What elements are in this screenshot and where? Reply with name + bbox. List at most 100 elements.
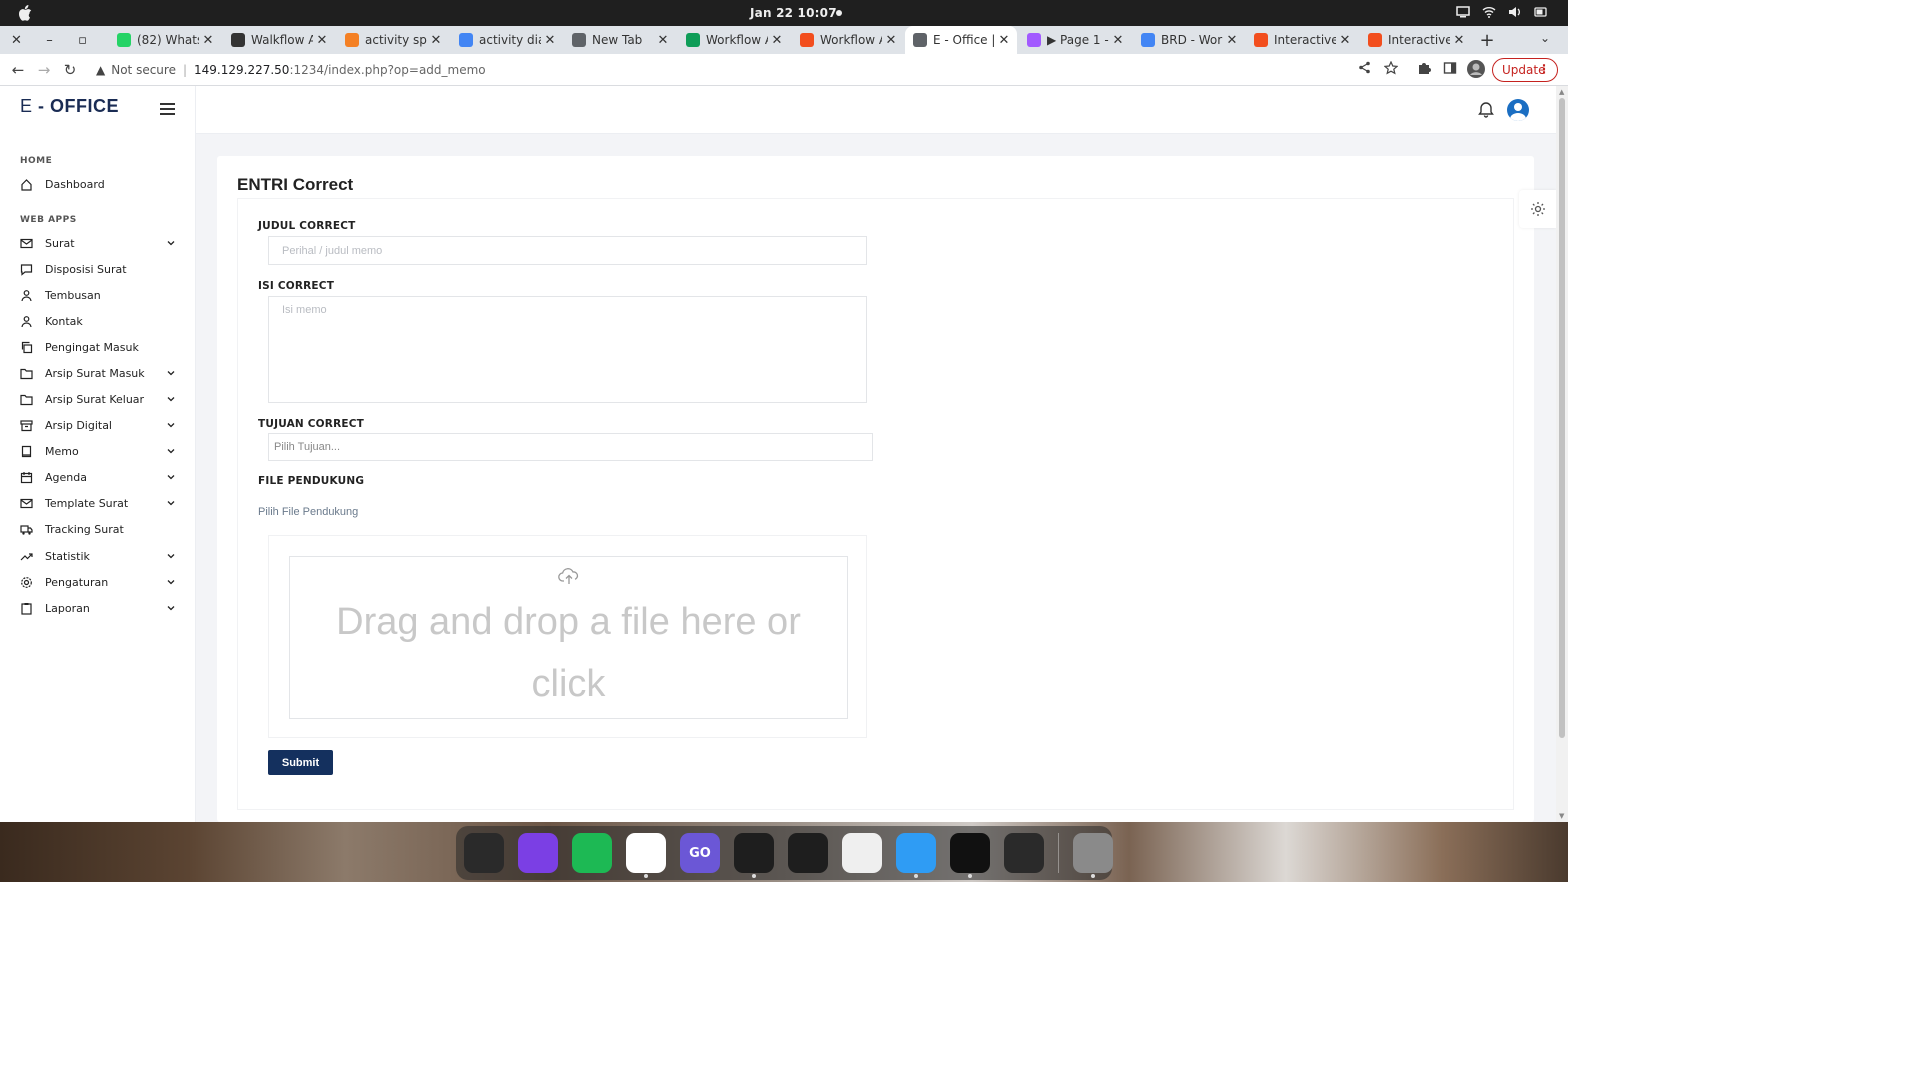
text-editor-icon[interactable] — [842, 833, 882, 873]
chevron-down-icon[interactable] — [166, 498, 176, 508]
browser-tab[interactable]: activity spp✕ — [337, 26, 449, 54]
bell-icon[interactable] — [1478, 100, 1494, 118]
spotify-icon[interactable] — [572, 833, 612, 873]
file-dropzone[interactable]: Drag and drop a file here or click — [289, 556, 848, 719]
browser-tab[interactable]: New Tab ✕ — [564, 26, 676, 54]
sidebar-item-laporan[interactable]: Laporan — [20, 598, 176, 618]
sidebar-item-arsip-surat-masuk[interactable]: Arsip Surat Masuk — [20, 363, 176, 383]
chevron-down-icon[interactable] — [166, 394, 176, 404]
reload-icon[interactable]: ↻ — [61, 61, 79, 79]
bookmark-star-icon[interactable] — [1383, 60, 1399, 79]
browser-tab[interactable]: activity diagr✕ — [451, 26, 563, 54]
chevron-down-icon[interactable] — [166, 238, 176, 248]
browser-tab[interactable]: ▶ Page 1 - Wi✕ — [1019, 26, 1131, 54]
chevron-down-icon[interactable] — [166, 577, 176, 587]
url-host[interactable]: 149.129.227.50 — [194, 63, 289, 77]
apple-icon[interactable] — [18, 5, 32, 21]
browser-tab[interactable]: BRD - Workfl✕ — [1133, 26, 1245, 54]
system-clock[interactable]: Jan 22 10:07 — [750, 6, 837, 20]
sidebar-item-pengingat-masuk[interactable]: Pengingat Masuk — [20, 337, 176, 357]
figma-icon[interactable] — [788, 833, 828, 873]
chrome-icon[interactable] — [626, 833, 666, 878]
sidebar-item-template-surat[interactable]: Template Surat — [20, 493, 176, 513]
tab-close-icon[interactable]: ✕ — [995, 33, 1013, 48]
tab-close-icon[interactable]: ✕ — [1336, 33, 1354, 48]
kebab-menu-icon[interactable]: ⋮ — [1538, 62, 1550, 76]
url-path[interactable]: :1234/index.php?op=add_memo — [289, 63, 485, 77]
vscode-icon[interactable] — [734, 833, 774, 878]
tab-search-chevron-icon[interactable]: ⌄ — [1540, 31, 1550, 45]
tab-close-icon[interactable]: ✕ — [1450, 33, 1468, 48]
extensions-puzzle-icon[interactable] — [1417, 61, 1431, 79]
finder-icon[interactable] — [896, 833, 936, 878]
tab-close-icon[interactable]: ✕ — [768, 33, 786, 48]
volume-icon[interactable] — [1508, 5, 1522, 19]
sidebar-item-arsip-digital[interactable]: Arsip Digital — [20, 415, 176, 435]
goland-icon[interactable]: GO — [680, 833, 720, 873]
url-bar[interactable]: ▲ Not secure | 149.129.227.50:1234/index… — [90, 58, 1410, 82]
window-minimize-icon[interactable]: – — [33, 26, 66, 54]
sidebar-item-arsip-surat-keluar[interactable]: Arsip Surat Keluar — [20, 389, 176, 409]
screen-icon[interactable] — [1456, 5, 1470, 19]
tab-close-icon[interactable]: ✕ — [199, 33, 217, 48]
tab-close-icon[interactable]: ✕ — [1223, 33, 1241, 48]
tab-close-icon[interactable]: ✕ — [427, 33, 445, 48]
sidebar-item-pengaturan[interactable]: Pengaturan — [20, 572, 176, 592]
chevron-down-icon[interactable] — [166, 472, 176, 482]
share-icon[interactable] — [1358, 61, 1371, 78]
update-button[interactable]: Update ⋮ — [1492, 58, 1558, 82]
sidebar-item-agenda[interactable]: Agenda — [20, 467, 176, 487]
window-maximize-icon[interactable]: ▫ — [66, 26, 99, 54]
sidebar-item-tracking-surat[interactable]: Tracking Surat — [20, 519, 176, 539]
sidebar-item-statistik[interactable]: Statistik — [20, 546, 176, 566]
browser-tab[interactable]: Workflow App✕ — [792, 26, 904, 54]
user-avatar[interactable] — [1507, 99, 1529, 121]
browser-tab[interactable]: E - Office | App✕ — [905, 26, 1017, 54]
scrollbar-thumb[interactable] — [1559, 98, 1565, 738]
sidebar-item-memo[interactable]: Memo — [20, 441, 176, 461]
page-scrollbar[interactable]: ▲ ▼ — [1556, 86, 1568, 822]
firefox-icon[interactable] — [518, 833, 558, 873]
app-logo[interactable]: E - OFFICE — [20, 96, 119, 117]
chevron-down-icon[interactable] — [166, 603, 176, 613]
window-close-icon[interactable]: ✕ — [0, 26, 33, 54]
scroll-down-arrow-icon[interactable]: ▼ — [1559, 812, 1564, 820]
new-tab-button[interactable]: + — [1478, 30, 1496, 51]
scroll-up-arrow-icon[interactable]: ▲ — [1559, 88, 1564, 96]
tab-close-icon[interactable]: ✕ — [1109, 33, 1127, 48]
chevron-down-icon[interactable] — [166, 551, 176, 561]
hamburger-menu-icon[interactable] — [160, 103, 175, 115]
warning-icon[interactable]: ▲ — [96, 63, 105, 77]
isi-textarea[interactable] — [268, 296, 867, 403]
system-settings-icon[interactable] — [1073, 833, 1113, 878]
sidebar-item-tembusan[interactable]: Tembusan — [20, 285, 176, 305]
chevron-down-icon[interactable] — [166, 446, 176, 456]
tab-close-icon[interactable]: ✕ — [541, 33, 559, 48]
chevron-down-icon[interactable] — [166, 420, 176, 430]
submit-button[interactable]: Submit — [268, 750, 333, 775]
tab-close-icon[interactable]: ✕ — [313, 33, 331, 48]
tujuan-select[interactable]: Pilih Tujuan... — [268, 433, 873, 461]
settings-gear-icon[interactable] — [1519, 190, 1556, 228]
back-arrow-icon[interactable]: ← — [9, 61, 27, 79]
judul-input[interactable] — [268, 236, 867, 265]
side-panel-icon[interactable] — [1443, 61, 1457, 79]
tab-close-icon[interactable]: ✕ — [882, 33, 900, 48]
security-label[interactable]: Not secure — [111, 63, 176, 77]
chevron-down-icon[interactable] — [166, 368, 176, 378]
tab-close-icon[interactable]: ✕ — [654, 33, 672, 48]
sidebar-item-surat[interactable]: Surat — [20, 233, 176, 253]
battery-icon[interactable] — [1534, 5, 1548, 19]
forward-arrow-icon[interactable]: → — [35, 61, 53, 79]
browser-tab[interactable]: (82) WhatsApp✕ — [109, 26, 221, 54]
sidebar-item-kontak[interactable]: Kontak — [20, 311, 176, 331]
profile-avatar-icon[interactable] — [1466, 59, 1486, 83]
ubuntu-icon[interactable] — [1004, 833, 1044, 873]
wifi-icon[interactable] — [1482, 5, 1496, 19]
terminal-icon[interactable] — [950, 833, 990, 878]
sidebar-item-dashboard[interactable]: Dashboard — [20, 174, 176, 194]
browser-tab[interactable]: Interactive D✕ — [1360, 26, 1472, 54]
browser-tab[interactable]: Workflow App✕ — [678, 26, 790, 54]
pilih-file-link[interactable]: Pilih File Pendukung — [258, 506, 358, 518]
launcher-icon[interactable] — [464, 833, 504, 873]
